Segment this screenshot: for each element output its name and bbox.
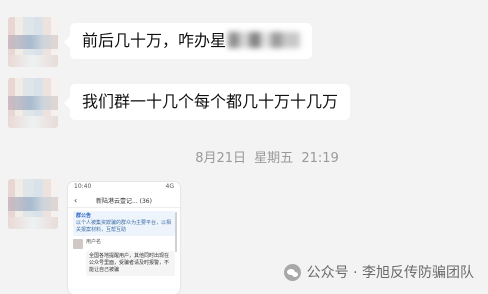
watermark: 公众号 · 李旭反传防骗团队 xyxy=(283,262,474,282)
message-timestamp: 8月21日 星期五 21:19 xyxy=(0,147,488,166)
image-status-time: 10:40 xyxy=(74,183,92,190)
message-bubble[interactable]: 我们群一十几个每个都几十万十几万 xyxy=(63,84,351,120)
sender-avatar[interactable] xyxy=(8,17,58,67)
timestamp-time: 21:19 xyxy=(301,151,339,166)
watermark-text: 公众号 · 李旭反传防骗团队 xyxy=(306,265,474,281)
image-status-bar: 10:40 4G xyxy=(68,182,180,193)
image-status-icons: 4G xyxy=(165,183,174,190)
message-bubble[interactable]: 前后几十万，咋办星 xyxy=(63,23,313,59)
image-notice-title: 群公告 xyxy=(76,213,92,219)
timestamp-weekday: 星期五 xyxy=(254,151,294,166)
wechat-icon xyxy=(283,263,301,281)
image-member-name: 用户名 xyxy=(86,239,102,245)
image-chat-title: 新陆港云壹记... (36) xyxy=(96,197,152,205)
image-member-row: 用户名 xyxy=(73,239,175,249)
chat-window: 前后几十万，咋办星 我们群一十几个每个都几十万十几万 8月21日 星期五 21:… xyxy=(0,0,488,294)
image-member-avatar xyxy=(73,239,83,249)
image-scrollbar xyxy=(175,212,177,252)
image-notice-text: 以个人被集资欺骗的群众为主要平台，以相关报案材料，互帮互助 xyxy=(76,220,172,233)
back-icon: ‹ xyxy=(74,195,78,205)
image-message[interactable]: 10:40 4G ‹ 新陆港云壹记... (36) 群公告 以个人被集资欺骗的群… xyxy=(68,182,180,294)
message-text: 我们群一十几个每个都几十万十几万 xyxy=(82,92,339,111)
image-chat-titlebar: ‹ 新陆港云壹记... (36) xyxy=(68,193,180,208)
obscured-text xyxy=(228,32,301,48)
image-group-notice: 群公告 以个人被集资欺骗的群众为主要平台，以相关报案材料，互帮互助 xyxy=(73,211,175,236)
sender-avatar[interactable] xyxy=(8,179,58,229)
timestamp-date: 8月21日 xyxy=(195,151,247,166)
image-body-text: 全国各地提醒用户，其他同时出现在公众号里面，受骗者请及时报警，不能让自己被骗 xyxy=(86,251,175,276)
sender-avatar[interactable] xyxy=(8,78,58,128)
message-text: 前后几十万，咋办星 xyxy=(82,31,227,50)
